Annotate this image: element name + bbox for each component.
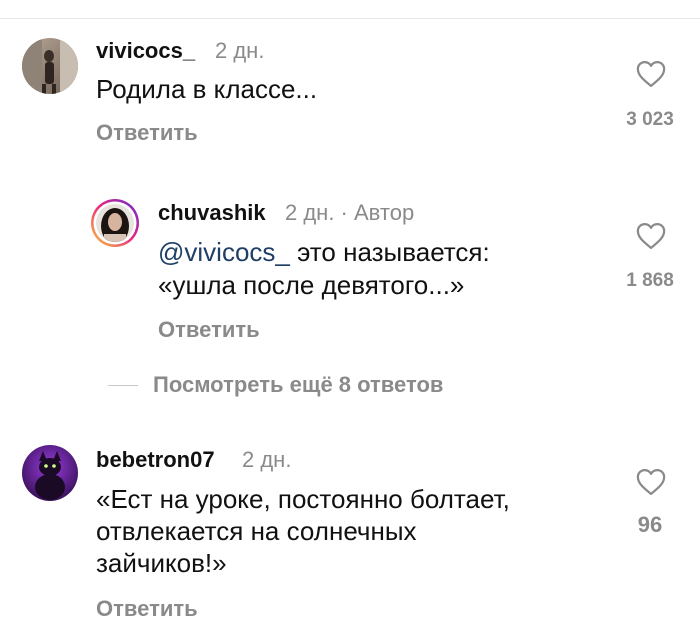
- reply-button[interactable]: Ответить: [158, 317, 260, 343]
- comment-text: Родила в классе...: [96, 74, 318, 104]
- heart-outline-icon[interactable]: [636, 222, 666, 250]
- reply-button[interactable]: Ответить: [96, 596, 198, 622]
- heart-outline-icon[interactable]: [636, 60, 666, 88]
- username[interactable]: bebetron07: [96, 447, 215, 473]
- top-divider: [0, 18, 700, 19]
- username[interactable]: vivicocs_: [96, 38, 195, 64]
- comment-text-line-2: отвлекается на солнечных: [96, 516, 417, 546]
- comment-time: 2 дн.: [242, 447, 292, 472]
- username[interactable]: chuvashik: [158, 200, 266, 226]
- comment-time: 2 дн.: [215, 38, 265, 63]
- comment-text-line-3: зайчиков!»: [96, 548, 227, 578]
- comment-text-line-1: «Ест на уроке, постоянно болтает,: [96, 484, 510, 514]
- like-count: 1 868: [626, 270, 674, 291]
- like-count: 96: [637, 512, 663, 537]
- heart-outline-icon[interactable]: [636, 468, 666, 496]
- comment-text-line-2: «ушла после девятого...»: [158, 270, 465, 300]
- like-count: 3 023: [626, 109, 674, 130]
- avatar-bebetron[interactable]: [22, 445, 78, 501]
- mention-link[interactable]: @vivicocs_: [158, 237, 290, 267]
- comment-text-line-1: @vivicocs_ это называется:: [158, 235, 490, 269]
- avatar-chuvashik[interactable]: [90, 198, 140, 248]
- view-more-line: [108, 385, 138, 386]
- comment-text: это называется:: [289, 237, 490, 267]
- reply-button[interactable]: Ответить: [96, 120, 198, 146]
- view-more-replies-button[interactable]: Посмотреть ещё 8 ответов: [153, 372, 443, 398]
- comment-time: 2 дн. · Автор: [285, 200, 415, 225]
- avatar-vivicocs[interactable]: [22, 38, 78, 94]
